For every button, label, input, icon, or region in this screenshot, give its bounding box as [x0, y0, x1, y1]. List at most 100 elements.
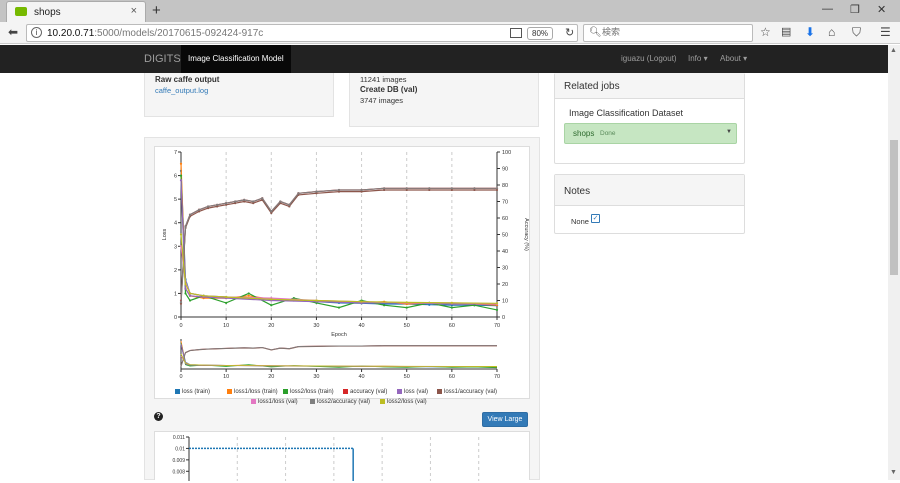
window-minimize-button[interactable]: —	[822, 3, 833, 15]
data-point	[188, 294, 192, 297]
raw-output-well: Raw caffe output caffe_output.log	[144, 73, 334, 117]
download-icon[interactable]: ⬇	[805, 25, 815, 39]
url-bar[interactable]: i 10.20.0.71:5000/models/20170615-092424…	[26, 24, 578, 42]
data-point	[179, 301, 183, 304]
legend-item[interactable]: loss1/loss (val)	[251, 399, 298, 405]
data-point	[360, 188, 363, 192]
learning-rate-chart-box: 0.011 0.01 0.009 0.008	[154, 431, 530, 481]
view-large-button[interactable]: View Large	[482, 412, 528, 427]
search-bar[interactable]: 🔍︎	[583, 24, 753, 42]
window-restore-button[interactable]: ❐	[850, 3, 860, 16]
data-point	[383, 304, 386, 307]
tab-close-icon[interactable]: ×	[131, 5, 137, 17]
data-point	[225, 202, 228, 205]
scroll-down-icon[interactable]: ▼	[890, 469, 897, 476]
browser-tab[interactable]: shops ×	[6, 1, 146, 22]
data-point	[247, 292, 250, 295]
page-scrollbar[interactable]: ▲ ▼	[888, 45, 900, 480]
x-axis-label: Epoch	[331, 332, 347, 338]
data-point	[383, 187, 386, 190]
legend-item[interactable]: loss1/accuracy (val)	[437, 389, 497, 395]
data-point	[184, 292, 187, 295]
legend-item[interactable]: loss (val)	[397, 389, 428, 395]
scrollbar-thumb[interactable]	[890, 140, 898, 275]
related-job-status: Done	[600, 130, 616, 137]
data-point	[206, 205, 210, 208]
related-dataset-select[interactable]: shops Done ▼	[564, 123, 737, 144]
y-axis-label: Loss	[162, 228, 168, 240]
x-tick-label: 30	[313, 323, 319, 329]
reader-view-icon[interactable]	[510, 28, 522, 38]
legend-label: loss1/loss (val)	[258, 399, 298, 406]
pocket-icon[interactable]: ⛉	[852, 25, 861, 40]
zoom-level[interactable]: 80%	[527, 27, 554, 40]
legend-item[interactable]: loss (train)	[175, 389, 210, 395]
data-point	[360, 300, 363, 303]
edit-notes-icon[interactable]: ✓	[591, 214, 600, 223]
about-dropdown[interactable]: About ▾	[720, 54, 747, 63]
y-tick-label: 3	[174, 244, 177, 250]
caffe-output-log-link[interactable]: caffe_output.log	[155, 86, 208, 95]
series-line-loss1-accuracy-val-	[180, 189, 497, 304]
data-point	[261, 197, 264, 200]
back-arrow-icon[interactable]: ⬅	[8, 25, 18, 39]
scroll-up-icon[interactable]: ▲	[890, 47, 897, 54]
digits-brand-link[interactable]: DIGITS	[144, 53, 181, 65]
legend-label: loss2/loss (train)	[290, 389, 334, 396]
bookmark-star-icon[interactable]: ☆	[760, 25, 771, 39]
y2-tick-label: 40	[502, 249, 508, 255]
legend-item[interactable]: accuracy (val)	[343, 389, 387, 395]
series-line-loss1-loss-train-	[180, 163, 498, 306]
window-close-button[interactable]: ✕	[877, 3, 886, 16]
lr-y-tick-label: 0.008	[172, 469, 185, 475]
new-tab-button[interactable]: +	[152, 2, 161, 19]
legend-label: loss (val)	[404, 389, 429, 396]
notes-panel: Notes None ✓	[554, 174, 745, 234]
series-line-loss-val-	[180, 180, 497, 305]
lr-y-tick-label: 0.01	[175, 446, 185, 452]
data-point	[450, 187, 453, 190]
overview-x-tick-label: 0	[179, 374, 182, 380]
legend-item[interactable]: loss2/accuracy (val)	[310, 399, 370, 405]
data-point	[202, 294, 205, 297]
overview-series-line	[180, 345, 497, 367]
overview-x-tick-label: 70	[494, 374, 500, 380]
legend-swatch	[380, 399, 385, 404]
nvidia-favicon-icon	[15, 7, 27, 16]
menu-icon[interactable]: ☰	[880, 25, 891, 39]
overview-x-tick-label: 50	[404, 374, 410, 380]
data-point	[188, 292, 192, 295]
reload-icon[interactable]: ↻	[565, 26, 574, 39]
info-dropdown[interactable]: Info ▾	[688, 54, 708, 63]
create-db-val-title: Create DB (val)	[360, 85, 418, 94]
data-point	[450, 306, 453, 309]
user-logout-link[interactable]: iguazu (Logout)	[621, 54, 677, 63]
data-point	[315, 190, 318, 193]
legend-swatch	[343, 389, 348, 394]
search-input[interactable]	[602, 27, 747, 39]
home-icon[interactable]: ⌂	[828, 25, 835, 39]
nav-image-classification-model[interactable]: Image Classification Model	[181, 45, 291, 73]
dataset-type-label: Image Classification Dataset	[569, 108, 684, 118]
tab-title: shops	[34, 7, 61, 18]
app-navbar: DIGITS Image Classification Model iguazu…	[0, 45, 888, 73]
legend-item[interactable]: loss2/loss (val)	[380, 399, 427, 405]
y2-tick-label: 90	[502, 167, 508, 173]
legend-swatch	[397, 389, 402, 394]
legend-label: loss2/accuracy (val)	[317, 399, 371, 406]
legend-item[interactable]: loss1/loss (train)	[227, 389, 278, 395]
data-point	[288, 203, 291, 206]
clipboard-icon[interactable]: ▤	[781, 25, 791, 38]
site-info-icon[interactable]: i	[31, 27, 42, 38]
overview-series-line	[180, 341, 498, 368]
legend-item[interactable]: loss2/loss (train)	[283, 389, 334, 395]
help-icon[interactable]: ?	[154, 412, 163, 421]
overview-series-line	[180, 353, 498, 367]
series-line-loss2-loss-val-	[180, 234, 498, 304]
y-tick-label: 1	[174, 291, 177, 297]
data-point	[188, 299, 192, 302]
data-point	[270, 298, 273, 301]
data-point	[337, 188, 341, 192]
overview-x-tick-label: 10	[223, 374, 229, 380]
url-text[interactable]: 10.20.0.71:5000/models/20170615-092424-9…	[47, 28, 263, 39]
